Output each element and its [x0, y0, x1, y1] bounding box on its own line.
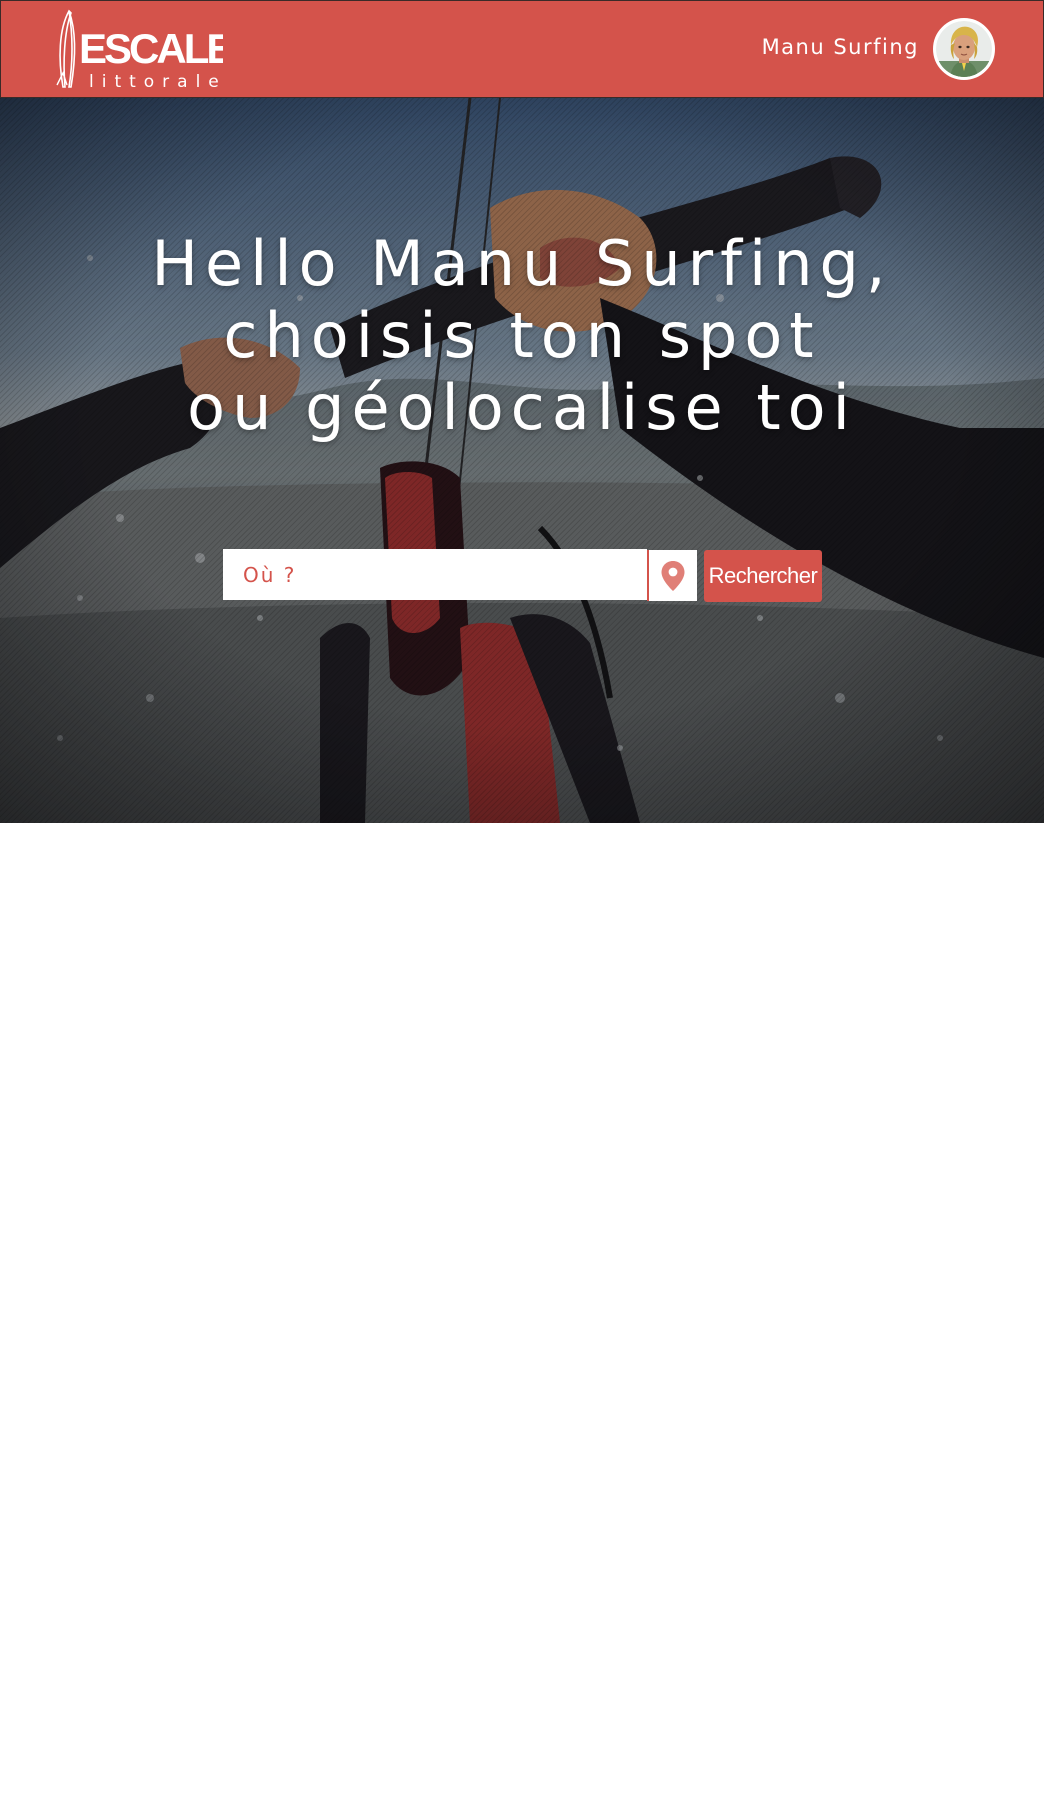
logo-tagline-text: littorale [89, 72, 223, 92]
user-avatar[interactable] [933, 18, 995, 80]
page: ESCALE littorale Manu Surfing Hello Manu… [0, 0, 1044, 1800]
search-button[interactable]: Rechercher [704, 550, 822, 602]
logo-link[interactable]: ESCALE littorale [53, 7, 236, 93]
hero-title-line-3: ou géolocalise toi [187, 371, 857, 444]
geolocate-button[interactable] [647, 550, 697, 601]
location-search-input[interactable] [223, 549, 647, 600]
user-name[interactable]: Manu Surfing [762, 35, 919, 59]
main-content-area [0, 823, 1044, 1800]
hero-overlay [0, 98, 1044, 823]
site-header: ESCALE littorale Manu Surfing [0, 0, 1044, 98]
user-avatar-photo [936, 21, 992, 77]
hero-title-line-2: choisis ton spot [223, 299, 821, 372]
logo-brand-text: ESCALE [79, 25, 223, 72]
spot-search-form: Rechercher [223, 549, 823, 602]
hero-title: Hello Manu Surfing, choisis ton spot ou … [0, 228, 1044, 444]
hero-title-line-1: Hello Manu Surfing, [151, 227, 893, 300]
hero-section: Hello Manu Surfing, choisis ton spot ou … [0, 98, 1044, 823]
escale-littorale-logo: ESCALE littorale [56, 9, 236, 92]
map-pin-icon [661, 560, 685, 591]
